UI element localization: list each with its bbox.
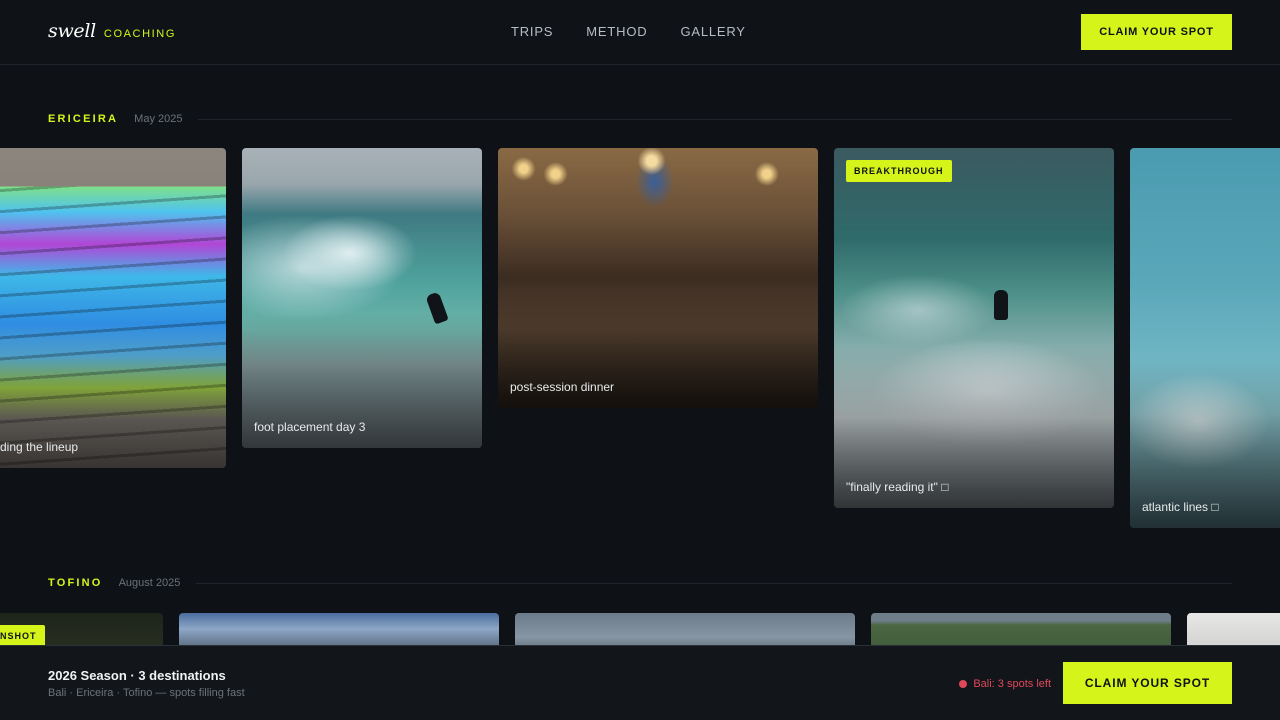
nav-method[interactable]: METHOD	[586, 24, 647, 39]
season-subtitle: Bali · Ericeira · Tofino — spots filling…	[48, 687, 245, 699]
card-caption: foot placement day 3	[254, 420, 366, 434]
section-divider	[196, 582, 1232, 584]
section-divider	[198, 118, 1232, 120]
main-nav: TRIPS METHOD GALLERY	[511, 24, 746, 39]
nav-trips[interactable]: TRIPS	[511, 24, 553, 39]
gallery-card-foot-placement[interactable]: foot placement day 3	[242, 148, 482, 448]
nav-gallery[interactable]: GALLERY	[680, 24, 745, 39]
card-caption: post-session dinner	[510, 380, 615, 394]
site-header: swell COACHING TRIPS METHOD GALLERY CLAI…	[0, 0, 1280, 65]
section-date: August 2025	[118, 577, 181, 589]
spots-remaining-label: Bali: 3 spots left	[973, 678, 1051, 690]
gallery-card-boards[interactable]: ding the lineup	[0, 148, 226, 468]
claim-spot-button-header[interactable]: CLAIM YOUR SPOT	[1081, 14, 1232, 50]
alert-dot-icon	[959, 680, 968, 688]
surfer-figure	[994, 290, 1008, 320]
section-title: ERICEIRA	[48, 113, 119, 125]
sticky-booking-bar: 2026 Season · 3 destinations Bali · Eric…	[0, 645, 1280, 720]
gallery-card-breakthrough[interactable]: BREAKTHROUGH "finally reading it" □	[834, 148, 1114, 508]
breakthrough-badge: BREAKTHROUGH	[846, 160, 952, 182]
spots-remaining: Bali: 3 spots left	[959, 678, 1051, 690]
card-caption: atlantic lines □	[1142, 500, 1219, 514]
gallery-card-atlantic-lines[interactable]: atlantic lines □	[1130, 148, 1280, 528]
logo-subtitle: COACHING	[103, 28, 177, 40]
season-title: 2026 Season · 3 destinations	[48, 668, 226, 683]
section-header-tofino: TOFINO August 2025	[48, 577, 1232, 589]
logo-wordmark: swell	[48, 20, 96, 42]
section-header-ericeira: ERICEIRA May 2025	[48, 113, 1232, 125]
card-caption: ding the lineup	[0, 440, 79, 454]
gallery-card-dinner[interactable]: post-session dinner	[498, 148, 818, 408]
card-badge: NSHOT	[0, 625, 45, 647]
section-title: TOFINO	[48, 577, 103, 589]
logo[interactable]: swell COACHING	[48, 20, 176, 42]
claim-spot-button-footer[interactable]: CLAIM YOUR SPOT	[1063, 662, 1232, 704]
section-date: May 2025	[134, 113, 183, 125]
card-caption: "finally reading it" □	[846, 480, 949, 494]
